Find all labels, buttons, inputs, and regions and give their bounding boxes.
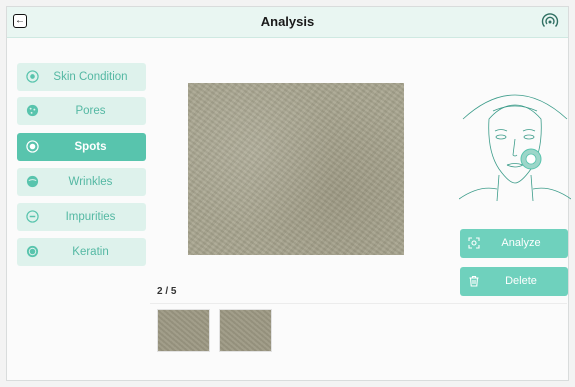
sidebar-item-impurities[interactable]: Impurities [17,203,146,231]
sidebar-item-spots[interactable]: Spots [17,133,146,161]
gallery-thumbnail[interactable] [157,309,210,352]
sidebar-item-pores[interactable]: Pores [17,97,146,125]
image-counter: 2 / 5 [157,286,177,297]
spots-icon [26,140,39,153]
keratin-icon [26,245,39,258]
sidebar-item-skin-condition[interactable]: Skin Condition [17,63,146,91]
header-bar: ← Analysis [7,7,568,38]
app-window: ← Analysis Skin Condition Pores Spots Wr… [6,6,571,381]
gallery-thumbnail[interactable] [219,309,272,352]
sidebar-item-wrinkles[interactable]: Wrinkles [17,168,146,196]
page-title: Analysis [260,14,315,29]
delete-label: Delete [505,275,537,287]
skin-analysis-image [188,83,404,255]
delete-button[interactable]: Delete [460,267,568,296]
sidebar-item-keratin[interactable]: Keratin [17,238,146,266]
skin-condition-icon [26,70,39,83]
face-diagram-icon [459,94,571,201]
pores-icon [26,104,39,117]
analyze-label: Analyze [501,237,541,249]
impurities-icon [26,210,39,223]
signal-icon[interactable] [540,11,560,31]
divider [150,303,567,304]
analyze-button[interactable]: Analyze [460,229,568,258]
wrinkles-icon [26,175,39,188]
